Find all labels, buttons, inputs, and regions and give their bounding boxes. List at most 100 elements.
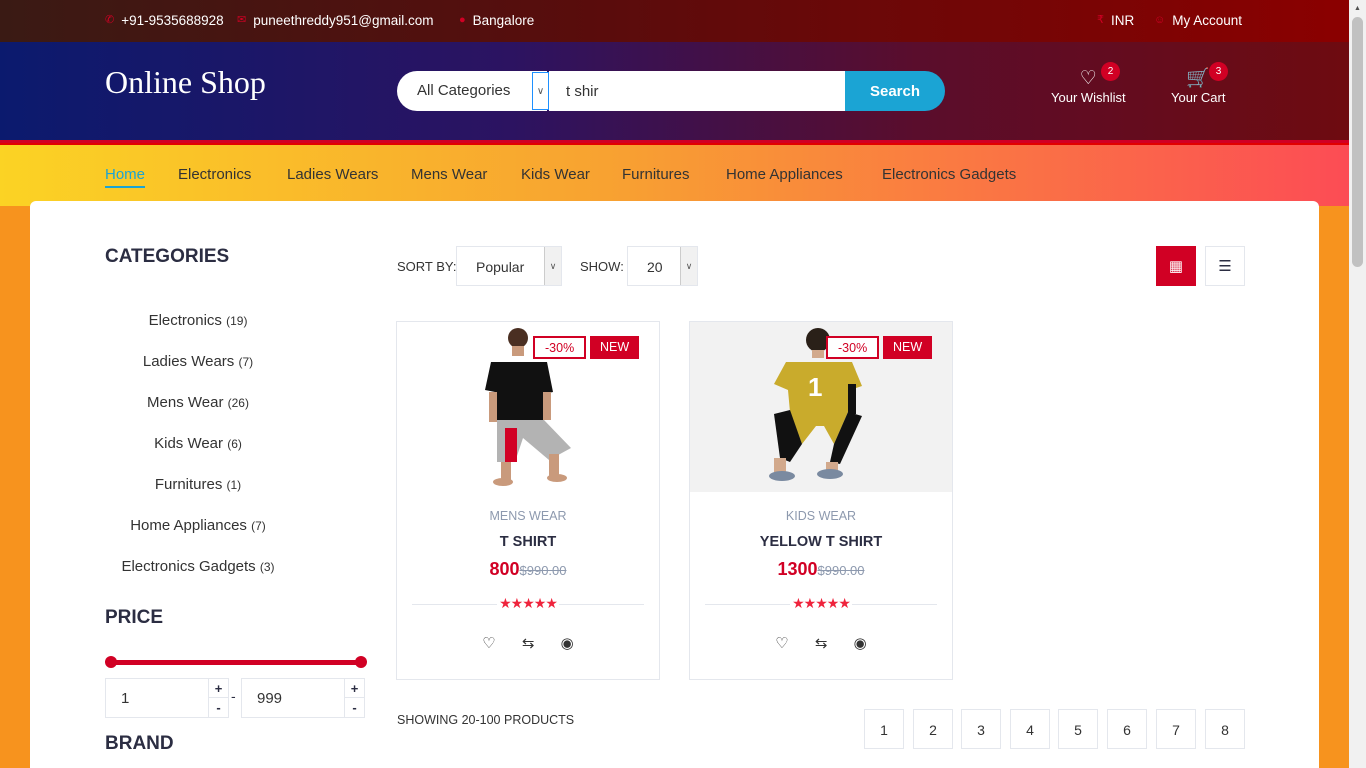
product-price: 1300$990.00 xyxy=(690,559,952,580)
product-card[interactable]: -30% NEW MENS WEAR T SHIRT 800$990.00 ★★… xyxy=(396,321,660,680)
product-category: KIDS WEAR xyxy=(785,509,857,523)
pagination-item[interactable]: 5 xyxy=(1058,709,1098,749)
price-title: PRICE xyxy=(105,607,164,628)
category-name: Home Appliances xyxy=(130,517,247,534)
category-item[interactable]: Furnitures (1) xyxy=(105,476,291,493)
nav-item-home[interactable]: Home xyxy=(105,166,146,188)
category-count: (26) xyxy=(227,396,249,410)
price-separator: - xyxy=(231,688,236,704)
nav-item-ladies-wears[interactable]: Ladies Wears xyxy=(287,166,378,183)
show-select[interactable]: 20 ∨ xyxy=(627,246,698,286)
product-name[interactable]: T SHIRT xyxy=(397,534,659,550)
nav-item-home-appliances[interactable]: Home Appliances xyxy=(726,166,843,183)
eye-icon[interactable]: ◉ xyxy=(561,634,574,652)
price-old: $990.00 xyxy=(817,563,865,578)
sort-select[interactable]: Popular ∨ xyxy=(456,246,562,286)
chevron-down-icon: ∨ xyxy=(544,247,561,285)
phone-icon: ✆ xyxy=(105,14,115,26)
nav-item-furnitures[interactable]: Furnitures xyxy=(622,166,690,183)
email-link[interactable]: ✉ puneethreddy951@gmail.com xyxy=(237,13,434,28)
category-name: Electronics Gadgets xyxy=(121,558,256,575)
product-card[interactable]: 1 -30% NEW KIDS WEAR YELLOW T SHIRT 1300… xyxy=(689,321,953,680)
exchange-icon[interactable]: ⇆ xyxy=(522,634,535,652)
heart-icon[interactable]: ♡ xyxy=(482,634,495,652)
price-max-input[interactable] xyxy=(242,679,346,717)
scroll-up-arrow[interactable]: ▲ xyxy=(1349,0,1366,17)
mail-icon: ✉ xyxy=(237,14,247,26)
category-item[interactable]: Electronics Gadgets (3) xyxy=(105,558,291,575)
search-button[interactable]: Search xyxy=(845,71,945,111)
cart-link[interactable]: 🛒 Your Cart 3 xyxy=(1171,62,1228,105)
category-name: Ladies Wears xyxy=(142,353,235,370)
price-min-decrement[interactable]: - xyxy=(208,698,228,717)
currency-text: INR xyxy=(1111,13,1135,28)
product-rating: ★★★★★ xyxy=(397,595,659,612)
phone-text: +91-9535688928 xyxy=(121,13,224,28)
price-slider-max-handle[interactable] xyxy=(355,656,367,668)
price-slider[interactable] xyxy=(105,656,367,668)
product-name[interactable]: YELLOW T SHIRT xyxy=(690,534,952,550)
show-select-value: 20 xyxy=(647,259,663,275)
grid-view-button[interactable]: ▦ xyxy=(1156,246,1196,286)
pagination-item[interactable]: 4 xyxy=(1010,709,1050,749)
pagination-item[interactable]: 6 xyxy=(1107,709,1147,749)
category-count: (1) xyxy=(226,478,242,492)
price-slider-min-handle[interactable] xyxy=(105,656,117,668)
category-count: (6) xyxy=(227,437,242,451)
price-min-input[interactable] xyxy=(106,679,210,717)
grid-icon: ▦ xyxy=(1168,258,1184,275)
price-current: 800 xyxy=(489,559,520,579)
product-category: MENS WEAR xyxy=(489,509,567,523)
price-max-increment[interactable]: + xyxy=(344,679,364,698)
email-text: puneethreddy951@gmail.com xyxy=(253,13,434,28)
nav-item-electronics[interactable]: Electronics xyxy=(178,166,251,183)
wishlist-label: Your Wishlist xyxy=(1051,90,1126,105)
nav-item-mens-wear[interactable]: Mens Wear xyxy=(411,166,487,183)
rupee-icon: ₹ xyxy=(1097,14,1104,26)
showing-count: SHOWING 20-100 PRODUCTS xyxy=(397,713,575,727)
price-slider-track xyxy=(107,660,365,665)
category-item[interactable]: Kids Wear (6) xyxy=(105,435,291,452)
category-count: (19) xyxy=(226,314,248,328)
phone-link[interactable]: ✆ +91-9535688928 xyxy=(105,13,224,28)
category-item[interactable]: Electronics (19) xyxy=(105,312,291,329)
category-select[interactable]: All Categories xyxy=(397,71,547,111)
svg-text:1: 1 xyxy=(808,372,822,402)
price-min-increment[interactable]: + xyxy=(208,679,228,698)
list-view-button[interactable]: ☰ xyxy=(1205,246,1245,286)
top-bar: ✆ +91-9535688928 ✉ puneethreddy951@gmail… xyxy=(0,0,1349,42)
pagination-item[interactable]: 1 xyxy=(864,709,904,749)
pagination-item[interactable]: 2 xyxy=(913,709,953,749)
logo[interactable]: Online Shop xyxy=(105,64,266,101)
category-select-value: All Categories xyxy=(417,82,511,99)
nav-item-electronics-gadgets[interactable]: Electronics Gadgets xyxy=(882,166,1016,183)
currency-link[interactable]: ₹ INR xyxy=(1097,13,1134,28)
account-link[interactable]: ☺ My Account xyxy=(1154,13,1242,28)
exchange-icon[interactable]: ⇆ xyxy=(815,634,828,652)
pagination-item[interactable]: 7 xyxy=(1156,709,1196,749)
location-text: Bangalore xyxy=(472,13,535,28)
scrollbar-thumb[interactable] xyxy=(1352,17,1363,267)
show-label: SHOW: xyxy=(580,259,624,274)
pagination-item[interactable]: 8 xyxy=(1205,709,1245,749)
star-icon: ★★★★★ xyxy=(497,595,559,611)
sale-badge: -30% xyxy=(826,336,880,359)
product-price: 800$990.00 xyxy=(397,559,659,580)
price-max-decrement[interactable]: - xyxy=(344,698,364,717)
search-input[interactable] xyxy=(549,71,845,111)
wishlist-link[interactable]: ♡ Your Wishlist 2 xyxy=(1051,62,1126,105)
price-old: $990.00 xyxy=(519,563,567,578)
nav-item-kids-wear[interactable]: Kids Wear xyxy=(521,166,590,183)
category-count: (7) xyxy=(251,519,266,533)
eye-icon[interactable]: ◉ xyxy=(854,634,867,652)
wishlist-qty-badge: 2 xyxy=(1101,62,1120,81)
category-name: Furnitures xyxy=(154,476,223,493)
category-item[interactable]: Ladies Wears (7) xyxy=(105,353,291,370)
pagination-item[interactable]: 3 xyxy=(961,709,1001,749)
category-item[interactable]: Mens Wear (26) xyxy=(105,394,291,411)
location-link[interactable]: ● Bangalore xyxy=(459,13,534,28)
category-item[interactable]: Home Appliances (7) xyxy=(105,517,291,534)
heart-icon[interactable]: ♡ xyxy=(775,634,788,652)
category-select-arrow[interactable]: ∨ xyxy=(532,72,549,110)
star-icon: ★★★★★ xyxy=(790,595,852,611)
